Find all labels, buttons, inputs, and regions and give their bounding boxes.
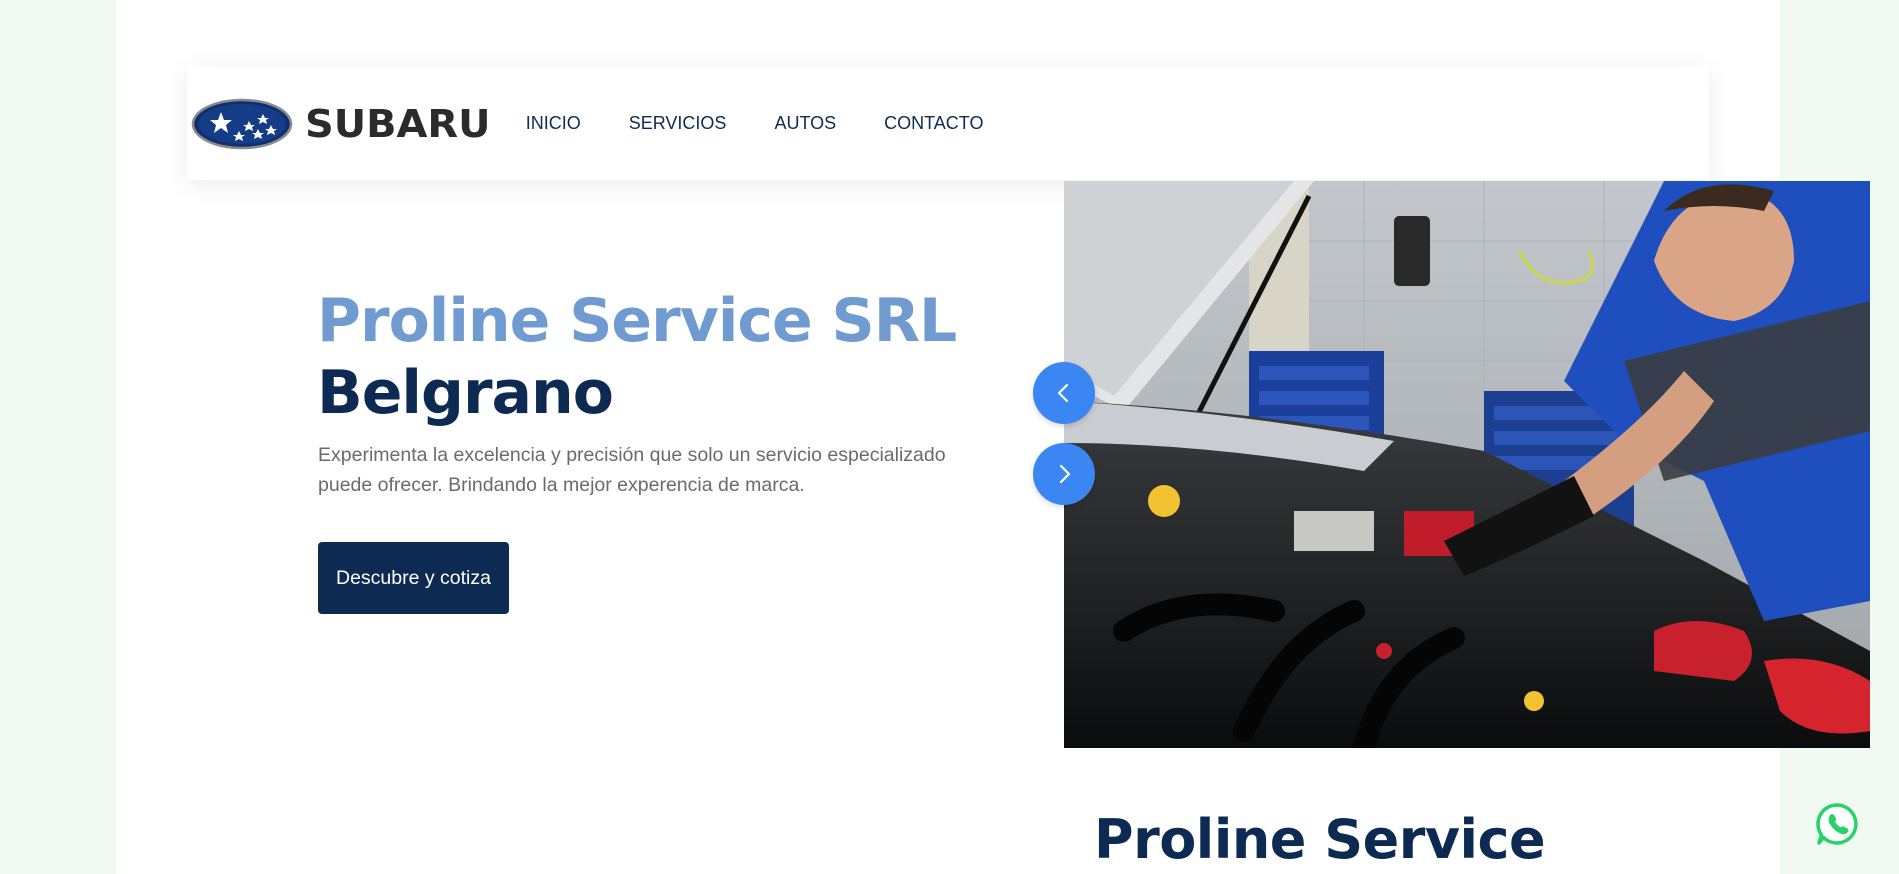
chevron-right-icon bbox=[1059, 464, 1071, 484]
carousel-next-button[interactable] bbox=[1033, 443, 1095, 505]
navbar: SUBARU INICIO SERVICIOS AUTOS CONTACTO bbox=[187, 67, 1709, 180]
whatsapp-icon bbox=[1816, 803, 1858, 845]
hero-title-line2: Belgrano bbox=[317, 358, 614, 428]
nav-item-contacto[interactable]: CONTACTO bbox=[884, 113, 983, 134]
whatsapp-button[interactable] bbox=[1814, 801, 1860, 847]
logo-wordmark: SUBARU bbox=[305, 101, 491, 146]
hero-description: Experimenta la excelencia y precisión qu… bbox=[318, 444, 946, 496]
page-container: SUBARU INICIO SERVICIOS AUTOS CONTACTO P… bbox=[116, 0, 1870, 874]
cta-button[interactable]: Descubre y cotiza bbox=[318, 542, 509, 614]
hero-title-line1: Proline Service SRL bbox=[317, 286, 957, 356]
hero-title: Proline Service SRL Belgrano bbox=[317, 285, 957, 429]
section-title: Proline Service bbox=[1094, 808, 1546, 871]
subaru-logo[interactable]: SUBARU bbox=[191, 98, 491, 150]
nav-item-servicios[interactable]: SERVICIOS bbox=[629, 113, 727, 134]
mechanic-engine-photo bbox=[1064, 181, 1870, 748]
nav-item-inicio[interactable]: INICIO bbox=[526, 113, 581, 134]
carousel-prev-button[interactable] bbox=[1033, 362, 1095, 424]
hero-carousel-image bbox=[1064, 181, 1870, 748]
subaru-emblem-icon bbox=[191, 98, 293, 149]
main-nav: INICIO SERVICIOS AUTOS CONTACTO bbox=[526, 113, 1032, 134]
nav-item-autos[interactable]: AUTOS bbox=[774, 113, 836, 134]
chevron-left-icon bbox=[1057, 383, 1069, 403]
